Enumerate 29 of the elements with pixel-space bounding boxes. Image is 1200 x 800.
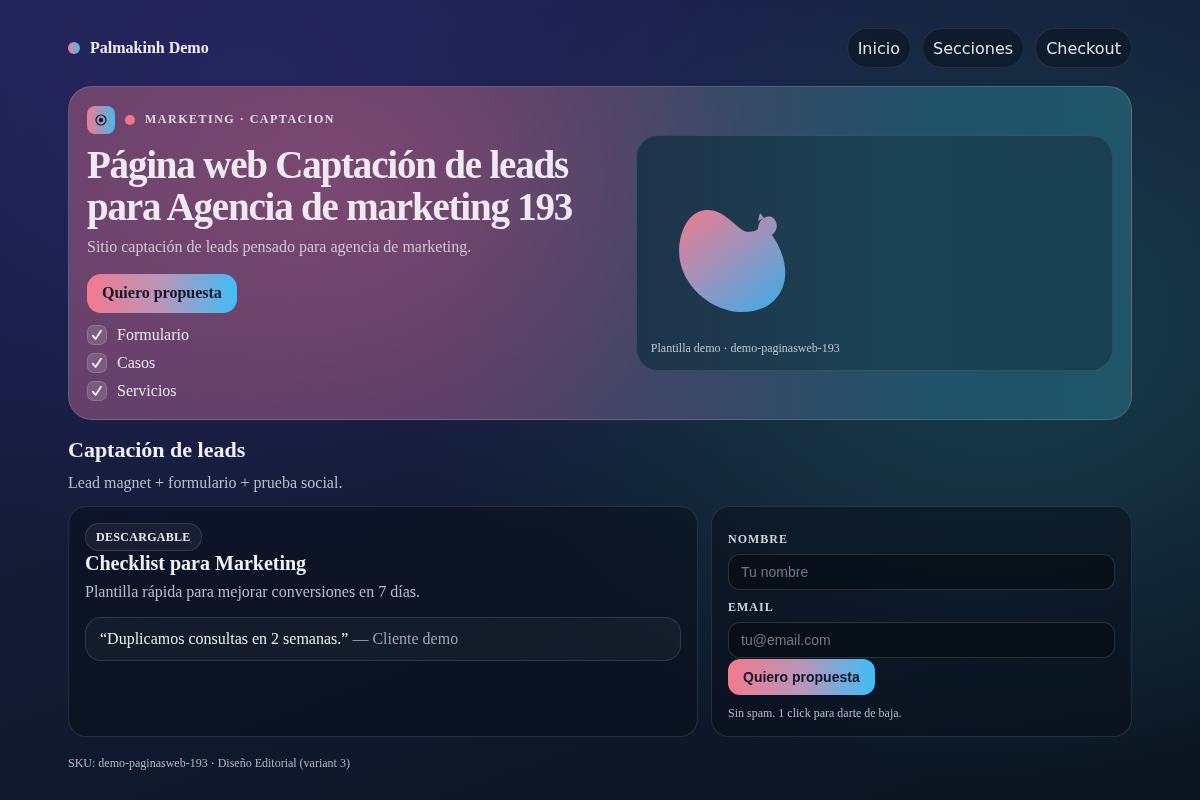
text-input[interactable]: tu@email.com [728, 622, 1115, 658]
brand-name: Palmakinh Demo [90, 39, 209, 57]
proposal-button[interactable]: Quiero propuesta [87, 273, 237, 313]
feature-label: Servicios [117, 381, 177, 400]
section-title: Captación de leads [68, 436, 247, 464]
nav-link[interactable]: Checkout [1035, 28, 1132, 68]
submit-button[interactable]: Quiero propuesta [728, 659, 875, 695]
category-badge: DESCARGABLE [85, 523, 202, 551]
logo-dot-icon [68, 42, 80, 54]
preview-caption: Plantilla demo · demo-paginasweb-193 [650, 341, 841, 356]
feature-label: Formulario [117, 325, 189, 344]
section-subtitle: Lead magnet + formulario + prueba social. [68, 473, 344, 494]
hero-title: Página web Captación de leads para Agencia de marketing 193 [87, 143, 574, 228]
card-description: Plantilla rápida para mejorar conversiones en 7 días. [85, 582, 421, 603]
text-input[interactable]: Tu nombre [728, 554, 1115, 590]
eyebrow-text: MARKETING · CAPTACION [145, 112, 335, 127]
feature-label: Casos [117, 353, 156, 372]
hero-subtitle: Sitio captación de leads pensado para agencia de marketing. [87, 236, 473, 258]
nav-link[interactable]: Inicio [846, 28, 911, 68]
sku-footer: SKU: demo-paginasweb-193 · Diseño Editorial (variant 3) [68, 755, 1132, 771]
card-title: Checklist para Marketing [85, 551, 308, 575]
nav-link[interactable]: Secciones [922, 28, 1025, 68]
privacy-note: Sin spam. 1 click para darte de baja. [728, 705, 902, 721]
testimonial-author: — Cliente demo [352, 629, 459, 649]
testimonial-quote: “Duplicamos consultas en 2 semanas.” [100, 629, 349, 650]
field-label: EMAIL [728, 599, 774, 615]
dot-icon [125, 114, 135, 125]
field-label: NOMBRE [728, 531, 788, 547]
target-icon [87, 105, 115, 134]
